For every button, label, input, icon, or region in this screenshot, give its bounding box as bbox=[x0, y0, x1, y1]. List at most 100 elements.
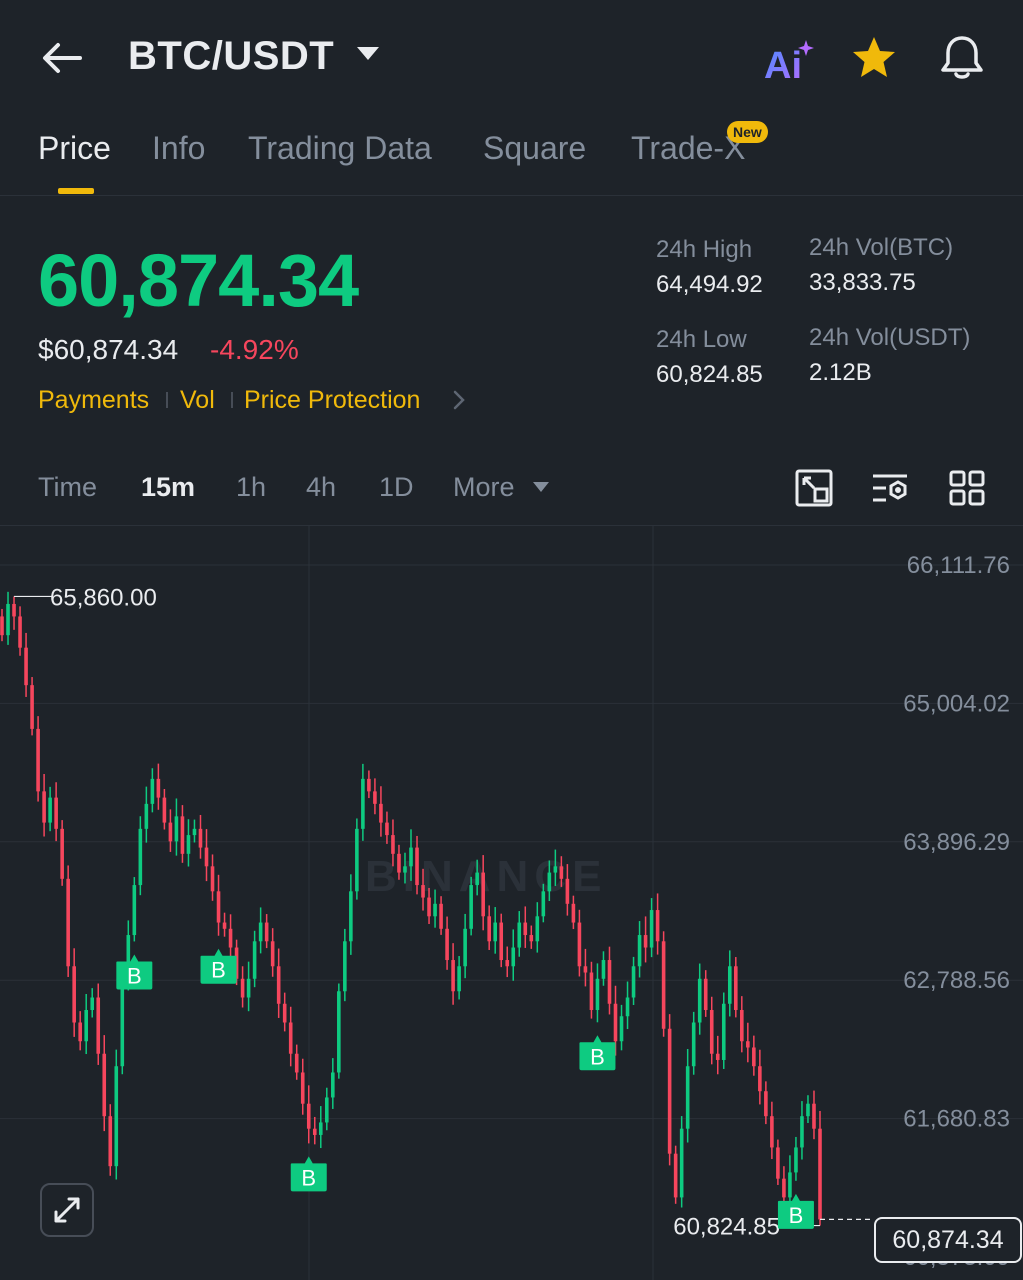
timeframe-time[interactable]: Time bbox=[38, 472, 97, 503]
tab-price[interactable]: Price bbox=[38, 130, 111, 167]
candle-body bbox=[108, 1116, 113, 1167]
chevron-right-icon[interactable] bbox=[452, 388, 466, 412]
candle-body bbox=[758, 1066, 762, 1092]
candle-body bbox=[180, 816, 185, 854]
candle-body bbox=[746, 1041, 750, 1048]
candle-body bbox=[752, 1047, 756, 1067]
separator bbox=[231, 392, 233, 408]
buy-marker[interactable]: B bbox=[290, 1156, 327, 1192]
current-price-tag[interactable]: 60,874.34 bbox=[874, 1217, 1022, 1263]
candle-body bbox=[258, 922, 263, 942]
candle-body bbox=[379, 803, 383, 823]
tab-square[interactable]: Square bbox=[483, 130, 586, 167]
candle-body bbox=[487, 916, 491, 942]
timeframe-more[interactable]: More bbox=[453, 472, 515, 503]
fullscreen-button[interactable] bbox=[40, 1183, 94, 1237]
candle-body bbox=[631, 966, 636, 998]
buy-marker[interactable]: B bbox=[116, 954, 153, 990]
candle-body bbox=[48, 797, 52, 823]
buy-marker-label: B bbox=[789, 1203, 804, 1228]
candle-body bbox=[391, 835, 395, 854]
candle-body bbox=[30, 685, 34, 729]
candle-body bbox=[24, 647, 28, 686]
buy-marker[interactable]: B bbox=[579, 1035, 616, 1071]
candle-body bbox=[637, 935, 642, 967]
candle-body bbox=[186, 835, 191, 854]
candle-body bbox=[625, 997, 630, 1017]
vol-link[interactable]: Vol bbox=[180, 386, 215, 415]
candle-body bbox=[697, 978, 702, 1023]
bell-icon[interactable] bbox=[937, 32, 987, 82]
candle-body bbox=[324, 1097, 329, 1123]
timeframe-1h[interactable]: 1h bbox=[236, 472, 266, 503]
y-tick-label: 62,788.56 bbox=[903, 967, 1010, 994]
candle-body bbox=[782, 1178, 786, 1198]
candle-body bbox=[144, 803, 149, 829]
buy-marker-label: B bbox=[127, 963, 142, 988]
caret-down-icon[interactable] bbox=[356, 44, 380, 64]
candle-body bbox=[222, 922, 227, 929]
candle-body bbox=[727, 966, 732, 1004]
new-badge: New bbox=[727, 121, 768, 143]
candle-body bbox=[78, 1022, 82, 1042]
pair-title[interactable]: BTC/USDT bbox=[128, 34, 334, 79]
candle-body bbox=[619, 1016, 624, 1042]
price-protection-link[interactable]: Price Protection bbox=[244, 386, 420, 415]
candle-body bbox=[54, 797, 58, 829]
y-axis: 66,111.76 65,004.02 63,896.29 62,788.56 61,6… bbox=[903, 552, 1010, 1271]
candle-body bbox=[403, 866, 407, 873]
price-change-percent: -4.92% bbox=[210, 334, 299, 365]
candle-body bbox=[691, 1022, 696, 1067]
high-label: 24h High bbox=[656, 236, 753, 263]
candle-body bbox=[349, 891, 353, 942]
high-value: 64,494.92 bbox=[656, 271, 763, 298]
low-marker-label: 60,824.85 bbox=[673, 1214, 780, 1241]
candle-body bbox=[18, 616, 22, 648]
candle-body bbox=[721, 1003, 726, 1060]
candle-body bbox=[541, 891, 546, 917]
caret-down-icon[interactable] bbox=[532, 480, 550, 494]
candle-body bbox=[174, 816, 179, 842]
price-chart[interactable]: BINANCE 66,111.76 65,004.02 63,896.29 62,78… bbox=[0, 526, 1023, 1280]
candle-body bbox=[427, 897, 431, 917]
candle-body bbox=[216, 891, 221, 923]
candle-body bbox=[12, 603, 16, 617]
timeframe-1d[interactable]: 1D bbox=[379, 472, 414, 503]
timeframe-4h[interactable]: 4h bbox=[306, 472, 336, 503]
candle-body bbox=[306, 1103, 311, 1129]
markers: 65,860.00 60,824.85 B B B B B bbox=[14, 584, 874, 1241]
candle-body bbox=[800, 1116, 804, 1148]
candle-body bbox=[685, 1066, 690, 1129]
buy-marker-label: B bbox=[301, 1165, 316, 1190]
ai-icon[interactable]: Ai bbox=[762, 38, 814, 84]
vol-usdt-value: 2.12B bbox=[809, 359, 872, 386]
layout-grid-icon[interactable] bbox=[947, 468, 987, 508]
candle-body bbox=[643, 935, 648, 948]
candle-body bbox=[409, 847, 413, 867]
candle-body bbox=[794, 1147, 798, 1173]
vol-btc-value: 33,833.75 bbox=[809, 269, 916, 296]
candle-body bbox=[337, 991, 341, 1073]
tab-info[interactable]: Info bbox=[152, 130, 205, 167]
back-arrow-icon[interactable] bbox=[38, 34, 86, 82]
chart-settings-icon[interactable] bbox=[794, 468, 834, 508]
tab-trading-data[interactable]: Trading Data bbox=[248, 130, 432, 167]
candle-body bbox=[156, 778, 161, 798]
payments-link[interactable]: Payments bbox=[38, 386, 149, 415]
candle-body bbox=[553, 866, 558, 873]
candle-body bbox=[715, 1053, 720, 1060]
candle-body bbox=[661, 941, 666, 1029]
candle-body bbox=[397, 853, 401, 873]
indicator-settings-icon[interactable] bbox=[870, 468, 910, 508]
candle-body bbox=[343, 941, 347, 992]
star-icon[interactable] bbox=[850, 34, 898, 82]
candle-body bbox=[583, 966, 588, 973]
candle-body bbox=[655, 910, 660, 942]
timeframe-15m[interactable]: 15m bbox=[141, 472, 195, 503]
candle-body bbox=[162, 797, 167, 823]
candle-body bbox=[595, 978, 600, 1011]
candle-body bbox=[331, 1072, 335, 1098]
y-tick-label: 63,896.29 bbox=[903, 829, 1010, 856]
candle-body bbox=[84, 1010, 89, 1042]
candle-body bbox=[90, 997, 95, 1011]
